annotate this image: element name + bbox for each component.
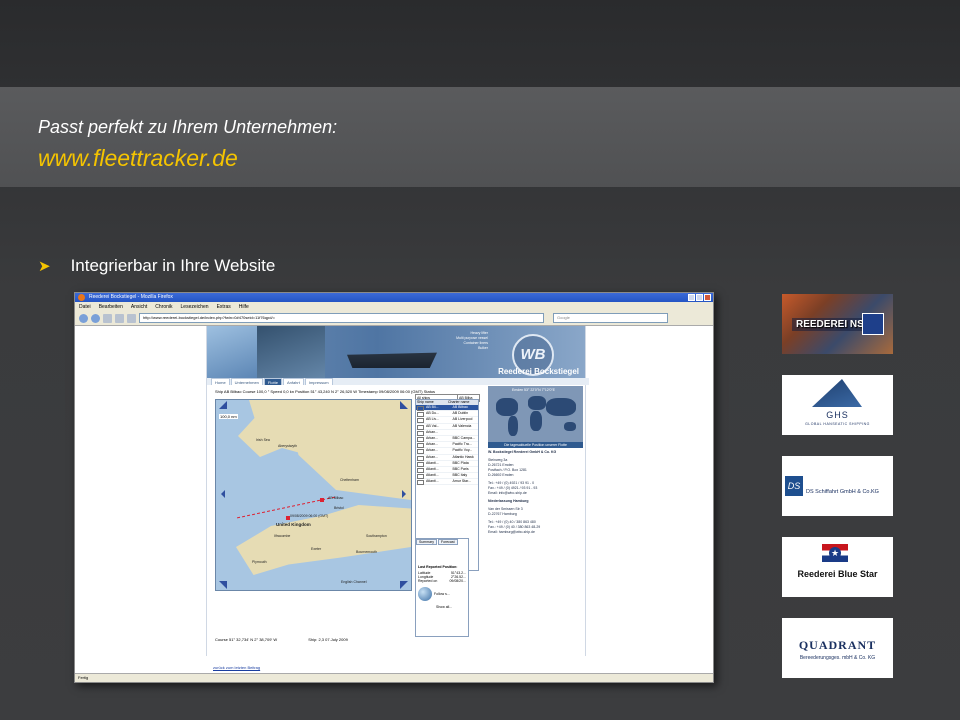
nav-impressum[interactable]: Impressum [304, 378, 333, 385]
nav-unternehmen[interactable]: Unternehmen [230, 378, 263, 385]
logo-quadrant: QUADRANT Bereederungsges. mbH & Co. KG [782, 618, 893, 678]
browser-screenshot: Reederei Bockstiegel - Mozilla Firefox D… [74, 292, 714, 683]
navigation-toolbar: http://www.reederei-bockstiegel.de/index… [75, 311, 713, 326]
shark-fin-icon [812, 379, 862, 407]
menu-hilfe[interactable]: Hilfe [239, 304, 249, 310]
logo-blue-star: ★ Reederei Blue Star [782, 537, 893, 597]
brand-name: Reederei Bockstiegel [498, 367, 579, 376]
checkbox[interactable] [417, 424, 424, 430]
nav-anfahrt[interactable]: Anfahrt [282, 378, 304, 385]
panel-title: Last Reported Position: [418, 565, 458, 569]
pan-nw-icon[interactable] [219, 401, 227, 409]
pan-sw-icon[interactable] [219, 581, 227, 589]
tagline: Passt perfekt zu Ihrem Unternehmen: [38, 117, 338, 137]
ds-mark-icon: DS [785, 476, 803, 496]
site-header: Heavy lifter Multi purpose vessel Contai… [207, 326, 585, 378]
checkbox[interactable] [417, 418, 424, 424]
nav-home[interactable]: Home [211, 378, 230, 385]
window-controls [688, 294, 711, 301]
panel-tabs: Summary Forecast [416, 539, 468, 545]
window-title: Reederei Bockstiegel - Mozilla Firefox [89, 294, 173, 300]
pan-left-icon[interactable] [217, 490, 225, 498]
follow-row: Follow s... [416, 583, 468, 605]
maximize-icon[interactable] [696, 294, 703, 301]
bullet-item: ➤ Integrierbar in Ihre Website [38, 256, 275, 276]
blue-star-flag-icon: ★ [822, 544, 848, 562]
logo-ds-schiffahrt: DS DS Schiffahrt GmbH & Co.KG [782, 456, 893, 516]
stop-icon[interactable] [115, 313, 124, 323]
checkbox[interactable] [417, 443, 424, 449]
map-scale: 100,0 nm [219, 414, 238, 419]
position-panel: Summary Forecast Last Reported Position:… [415, 538, 469, 637]
checkbox[interactable] [417, 474, 424, 480]
home-icon[interactable] [127, 313, 136, 323]
minimize-icon[interactable] [688, 294, 695, 301]
company-name: W. Bockstiegel Reederei GmbH & Co. KG [488, 450, 557, 454]
reload-icon[interactable] [103, 313, 112, 323]
logo-reederei-nsb: REEDEREI NSB [782, 294, 893, 354]
checkbox[interactable] [417, 430, 424, 436]
checkbox[interactable] [417, 449, 424, 455]
company-contact: Tel.: +49 / (0) 4921 / 93 91 - 0 Fax.: +… [488, 481, 538, 495]
nsb-flag-icon [862, 313, 884, 335]
checkbox[interactable] [417, 461, 424, 467]
fleettracker-url[interactable]: www.fleettracker.de [38, 145, 238, 172]
header-photo [207, 326, 257, 378]
fleet-map[interactable]: 100,0 nm Irish Sea Aberystwyth Cheltenha… [215, 399, 412, 591]
map-caption: Die tagesaktuelle Position unserer Flott… [488, 442, 583, 448]
company-sidebar: Emden 53° 22'0"N 7°12'0"E Die tagesaktue… [488, 386, 583, 636]
checkbox[interactable] [417, 406, 424, 411]
branch-address: Van der Smissen Str 3 D-22767 Hamburg [488, 507, 523, 516]
back-link[interactable]: zurück zum letzten Beitrag [213, 665, 260, 670]
table-row[interactable]: Atlanti... Amur Star... [416, 479, 478, 486]
logo-ghs: GHS GLOBAL HANSEATIC SHIPPING [782, 375, 893, 435]
window-titlebar: Reederei Bockstiegel - Mozilla Firefox [75, 293, 713, 302]
ship-marker[interactable] [320, 498, 324, 502]
show-all-checkbox[interactable]: Show all... [416, 605, 468, 609]
follow-ship-checkbox[interactable]: Follow s... [434, 592, 450, 596]
course-bar: Course 51° 32,734' N 2° 38,709' W Ship: … [215, 637, 348, 642]
website: Heavy lifter Multi purpose vessel Contai… [206, 326, 589, 670]
pan-right-icon[interactable] [402, 490, 410, 498]
forward-icon[interactable] [91, 313, 100, 323]
bullet-text: Integrierbar in Ihre Website [70, 256, 276, 275]
arrow-bullet-icon: ➤ [38, 258, 51, 275]
page-content: Heavy lifter Multi purpose vessel Contai… [75, 326, 713, 674]
menu-ansicht[interactable]: Ansicht [131, 304, 147, 310]
tab-forecast[interactable]: Forecast [437, 539, 458, 545]
menu-bearbeiten[interactable]: Bearbeiten [99, 304, 123, 310]
address-bar[interactable]: http://www.reederei-bockstiegel.de/index… [139, 313, 544, 323]
close-icon[interactable] [704, 294, 711, 301]
branch-name: Niederlassung Hamburg [488, 499, 529, 503]
menu-chronik[interactable]: Chronik [155, 304, 172, 310]
globe-icon [418, 587, 432, 601]
back-icon[interactable] [79, 313, 88, 323]
search-input[interactable]: Google [553, 313, 668, 323]
checkbox[interactable] [417, 412, 424, 418]
company-address: Steinweg 3a D-26721 Emden Postfach / P.O… [488, 458, 527, 477]
checkbox[interactable] [417, 436, 424, 442]
ship-timestamp-label: 09/08/2009 06:00 (GMT) [290, 514, 329, 518]
pan-ne-icon[interactable] [400, 401, 408, 409]
menu-datei[interactable]: Datei [79, 304, 91, 310]
branch-contact: Tel.: +49 / (0) 40 / 380 863 480 Fax.: +… [488, 520, 541, 534]
firefox-icon [78, 294, 85, 301]
menu-extras[interactable]: Extras [217, 304, 231, 310]
header-photo [257, 326, 325, 378]
menu-bar: Datei Bearbeiten Ansicht Chronik Lesezei… [75, 302, 713, 311]
checkbox[interactable] [417, 480, 424, 486]
menu-lesezeichen[interactable]: Lesezeichen [181, 304, 209, 310]
map-land [286, 400, 411, 500]
header-service-list: Heavy lifter Multi purpose vessel Contai… [456, 331, 488, 350]
ship-label: AB Bilbao [328, 496, 344, 500]
pan-se-icon[interactable] [400, 581, 408, 589]
nav-flotte[interactable]: Flotte [263, 378, 282, 385]
checkbox[interactable] [417, 467, 424, 473]
tab-summary[interactable]: Summary [416, 539, 437, 545]
checkbox[interactable] [417, 455, 424, 461]
site-navigation: Home Unternehmen Flotte Anfahrt Impressu… [207, 378, 589, 385]
world-map[interactable]: Emden 53° 22'0"N 7°12'0"E [488, 386, 583, 442]
status-bar: Fertig [75, 673, 713, 682]
ship-image [347, 352, 437, 368]
